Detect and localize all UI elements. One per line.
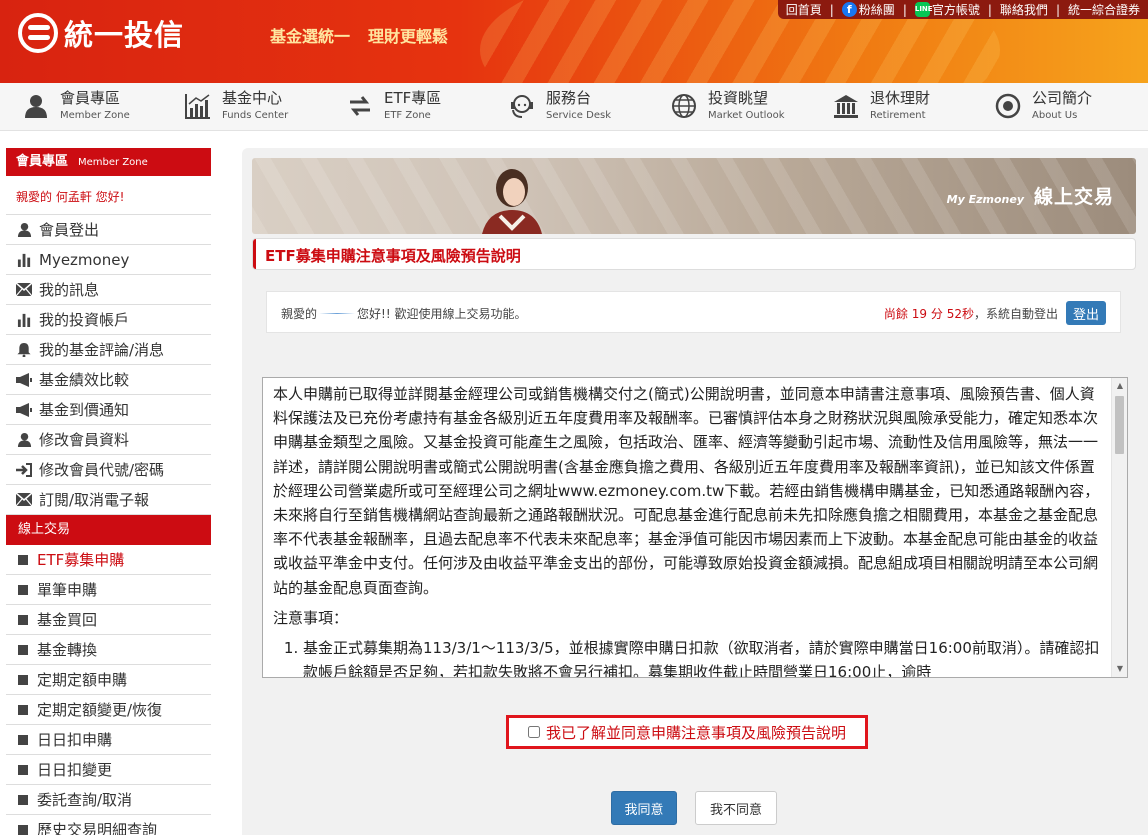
facebook-link[interactable]: f 粉絲團	[841, 1, 895, 18]
exchange-icon	[346, 92, 374, 120]
sidebar-item-messages[interactable]: 我的訊息	[6, 275, 211, 305]
nav-retirement[interactable]: 退休理財 Retirement	[832, 89, 930, 123]
target-icon	[994, 92, 1022, 120]
banner: My Ezmoney 線上交易	[252, 158, 1136, 234]
agree-checkbox-label[interactable]: 我已了解並同意申購注意事項及風險預告說明	[546, 722, 846, 743]
terms-box[interactable]: 本人申購前已取得並詳閱基金經理公司或銷售機構交付之(簡式)公開說明書，並同意本申…	[262, 377, 1128, 678]
slogan: 基金選統一 理財更輕鬆	[270, 27, 449, 46]
sidebar-item-daily-change[interactable]: 日日扣變更	[6, 755, 211, 785]
sidebar-greeting: 親愛的 何孟軒 您好!	[6, 176, 211, 215]
nav-etf-zone[interactable]: ETF專區 ETF Zone	[346, 89, 441, 123]
page-title: ETF募集申購注意事項及風險預告說明	[265, 247, 521, 265]
square-bullet-icon	[18, 734, 28, 745]
contact-link[interactable]: 聯絡我們	[1000, 1, 1048, 18]
bar-chart-icon	[16, 252, 32, 268]
sidebar-section-online-trading: 線上交易	[6, 515, 211, 545]
sidebar-item-regular-change[interactable]: 定期定額變更/恢復	[6, 695, 211, 725]
timer-seconds: 52	[946, 307, 962, 321]
sidebar-item-logout[interactable]: 會員登出	[6, 215, 211, 245]
sidebar-item-single-purchase[interactable]: 單筆申購	[6, 575, 211, 605]
nav-market-outlook[interactable]: 投資眺望 Market Outlook	[670, 89, 785, 123]
sidebar-item-order-query[interactable]: 委託查詢/取消	[6, 785, 211, 815]
top-links: 回首頁 | f 粉絲團 | LINE 官方帳號 | 聯絡我們 | 統一綜合證券	[777, 0, 1148, 19]
sidebar-item-daily-purchase[interactable]: 日日扣申購	[6, 725, 211, 755]
logo-mark-icon	[18, 13, 58, 53]
main-nav: 會員專區 Member Zone 基金中心 Funds Center ETF專區 ET…	[0, 83, 1148, 131]
sidebar-item-regular-purchase[interactable]: 定期定額申購	[6, 665, 211, 695]
scroll-thumb[interactable]	[1115, 396, 1124, 454]
sidebar-item-redemption[interactable]: 基金買回	[6, 605, 211, 635]
banner-figure-image	[482, 169, 542, 234]
megaphone-icon	[16, 402, 32, 418]
sidebar: 會員專區 Member Zone 親愛的 何孟軒 您好! 會員登出 Myezmon…	[6, 148, 211, 835]
securities-link[interactable]: 統一綜合證券	[1068, 1, 1140, 18]
terms-note-title: 注意事項：	[273, 608, 349, 627]
square-bullet-icon	[18, 584, 28, 595]
megaphone-icon	[16, 372, 32, 388]
sidebar-header: 會員專區 Member Zone	[6, 148, 211, 176]
sidebar-item-price-alert[interactable]: 基金到價通知	[6, 395, 211, 425]
sidebar-item-switch[interactable]: 基金轉換	[6, 635, 211, 665]
square-bullet-icon	[18, 614, 28, 625]
envelope-icon	[16, 282, 32, 298]
site-header: 統一投信 基金選統一 理財更輕鬆 回首頁 | f 粉絲團 | LINE 官方帳號 | …	[0, 0, 1148, 83]
terms-paragraph: 本人申購前已取得並詳閱基金經理公司或銷售機構交付之(簡式)公開說明書，並同意本申…	[273, 385, 1100, 597]
disagree-button[interactable]: 我不同意	[695, 791, 777, 825]
login-icon	[16, 462, 32, 478]
scroll-down-icon[interactable]: ▼	[1112, 661, 1127, 677]
sidebar-item-fund-comments[interactable]: 我的基金評論/消息	[6, 335, 211, 365]
sidebar-item-accounts[interactable]: 我的投資帳戶	[6, 305, 211, 335]
line-icon: LINE	[914, 2, 933, 17]
session-timer: 尚餘 19 分 52秒，系統自動登出	[883, 307, 1058, 321]
square-bullet-icon	[18, 764, 28, 775]
square-bullet-icon	[18, 824, 28, 835]
terms-content: 本人申購前已取得並詳閱基金經理公司或銷售機構交付之(簡式)公開說明書，並同意本申…	[263, 378, 1112, 677]
sidebar-item-edit-profile[interactable]: 修改會員資料	[6, 425, 211, 455]
headset-icon	[508, 92, 536, 120]
sidebar-item-edit-password[interactable]: 修改會員代號/密碼	[6, 455, 211, 485]
square-bullet-icon	[18, 704, 28, 715]
sidebar-item-newsletter[interactable]: 訂閱/取消電子報	[6, 485, 211, 515]
envelope-icon	[16, 492, 32, 508]
square-bullet-icon	[18, 794, 28, 805]
square-bullet-icon	[18, 644, 28, 655]
agree-checkbox[interactable]	[527, 726, 540, 738]
square-bullet-icon	[18, 674, 28, 685]
user-icon	[16, 432, 32, 448]
home-link[interactable]: 回首頁	[786, 1, 822, 18]
timer-minutes: 19	[911, 307, 928, 321]
main-content: My Ezmoney 線上交易 ETF募集申購注意事項及風險預告說明 親愛的 您…	[242, 148, 1148, 835]
terms-scrollbar[interactable]: ▲ ▼	[1111, 378, 1127, 677]
nav-funds-center[interactable]: 基金中心 Funds Center	[184, 89, 288, 123]
scroll-up-icon[interactable]: ▲	[1112, 378, 1127, 394]
logo[interactable]: 統一投信	[18, 12, 184, 54]
nav-service-desk[interactable]: 服務台 Service Desk	[508, 89, 611, 123]
bar-chart-icon	[16, 312, 32, 328]
chart-icon	[184, 92, 212, 120]
banner-title: My Ezmoney 線上交易	[946, 186, 1114, 208]
line-link[interactable]: LINE 官方帳號	[914, 1, 980, 18]
session-info: 親愛的 您好!! 歡迎使用線上交易功能。 尚餘 19 分 52秒，系統自動登出 …	[266, 291, 1121, 333]
sidebar-item-performance[interactable]: 基金績效比較	[6, 365, 211, 395]
nav-member-zone[interactable]: 會員專區 Member Zone	[22, 89, 130, 123]
user-icon	[16, 222, 32, 238]
square-bullet-icon	[18, 554, 28, 565]
sidebar-item-myezmoney[interactable]: Myezmoney	[6, 245, 211, 275]
globe-icon	[670, 92, 698, 120]
user-icon	[22, 92, 50, 120]
terms-list: 基金正式募集期為113/3/1～113/3/5，並根據實際申購日扣款（欲取消者，…	[303, 636, 1102, 677]
sidebar-item-history[interactable]: 歷史交易明細查詢	[6, 815, 211, 835]
agree-checkbox-box: 我已了解並同意申購注意事項及風險預告說明	[506, 715, 868, 749]
logout-button[interactable]: 登出	[1066, 301, 1106, 325]
nav-about-us[interactable]: 公司簡介 About Us	[994, 89, 1092, 123]
terms-list-item: 基金正式募集期為113/3/1～113/3/5，並根據實際申購日扣款（欲取消者，…	[303, 636, 1102, 677]
page-title-box: ETF募集申購注意事項及風險預告說明	[252, 238, 1136, 270]
sidebar-item-etf-subscribe[interactable]: ETF募集申購	[6, 545, 211, 575]
bell-icon	[16, 342, 32, 358]
masked-name	[319, 313, 356, 314]
facebook-icon: f	[841, 2, 857, 17]
agree-button[interactable]: 我同意	[611, 791, 677, 825]
bank-icon	[832, 92, 860, 120]
logo-text: 統一投信	[64, 18, 185, 52]
